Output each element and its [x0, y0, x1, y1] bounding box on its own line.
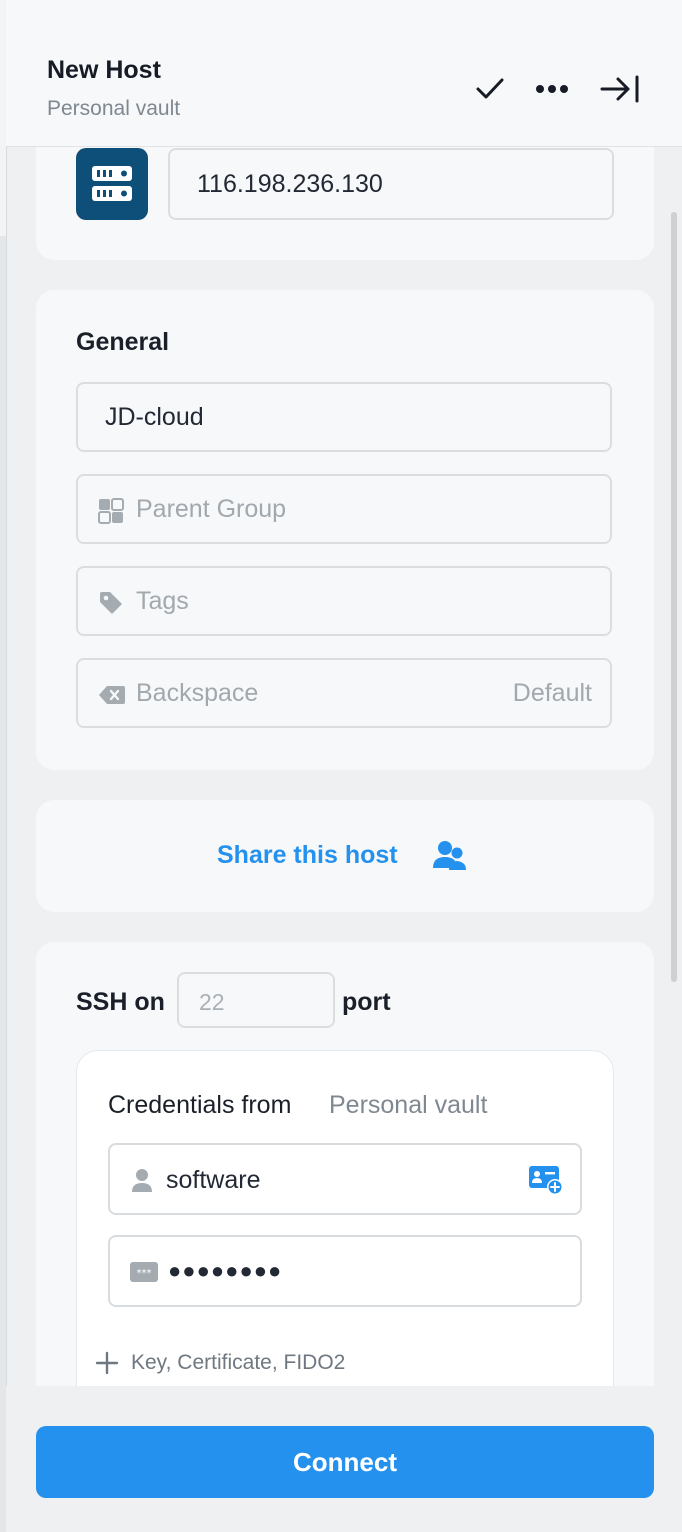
address-value: 116.198.236.130: [197, 169, 383, 198]
password-icon: ***: [130, 1261, 158, 1283]
port-input[interactable]: 22: [177, 972, 335, 1028]
collapse-panel-icon[interactable]: [600, 70, 640, 108]
more-icon[interactable]: [532, 70, 572, 108]
username-field[interactable]: software: [108, 1143, 582, 1215]
label-value: JD-cloud: [105, 402, 204, 431]
ssh-card: SSH on 22 port Credentials from Personal…: [36, 942, 654, 1386]
username-value: software: [166, 1166, 261, 1194]
plus-icon: [95, 1351, 119, 1375]
port-placeholder: 22: [199, 989, 225, 1015]
tags-placeholder: Tags: [136, 586, 189, 615]
credentials-card: Credentials from Personal vault software: [76, 1050, 614, 1386]
share-host-button[interactable]: Share this host: [36, 800, 654, 912]
password-value: ●●●●●●●●: [168, 1258, 283, 1283]
parent-group-field[interactable]: Parent Group: [76, 474, 612, 544]
password-field[interactable]: *** ●●●●●●●●: [108, 1235, 582, 1307]
checkmark-icon[interactable]: [470, 70, 510, 108]
tags-field[interactable]: Tags: [76, 566, 612, 636]
add-key-button[interactable]: Key, Certificate, FIDO2: [95, 1343, 395, 1383]
address-input[interactable]: 116.198.236.130: [168, 148, 614, 220]
panel-title: New Host: [47, 56, 161, 84]
backspace-field[interactable]: Backspace Default: [76, 658, 612, 728]
identity-add-icon[interactable]: [528, 1164, 564, 1196]
credentials-source[interactable]: Personal vault: [329, 1091, 487, 1120]
general-title: General: [76, 328, 170, 356]
panel-header: New Host Personal vault: [6, 0, 682, 147]
general-card: General JD-cloud Parent Group Tags Backs…: [36, 290, 654, 770]
share-host-label: Share this host: [217, 841, 398, 869]
ssh-prefix: SSH on: [76, 988, 165, 1016]
tag-icon: [98, 590, 124, 616]
users-icon: [432, 838, 468, 874]
scrollbar[interactable]: [671, 212, 677, 982]
user-icon: [130, 1167, 154, 1193]
credentials-label: Credentials from: [108, 1091, 292, 1119]
group-icon: [98, 498, 124, 524]
panel-subtitle: Personal vault: [47, 97, 181, 120]
backspace-label: Backspace: [136, 678, 259, 707]
connect-button[interactable]: Connect: [36, 1426, 654, 1498]
backspace-icon: [98, 682, 125, 708]
parent-group-placeholder: Parent Group: [136, 494, 287, 523]
ssh-suffix: port: [342, 988, 391, 1016]
label-input[interactable]: JD-cloud: [76, 382, 612, 452]
server-icon: [76, 148, 148, 220]
backspace-value: Default: [512, 678, 592, 707]
add-key-label: Key, Certificate, FIDO2: [131, 1351, 346, 1374]
svg-text:***: ***: [137, 1268, 152, 1279]
